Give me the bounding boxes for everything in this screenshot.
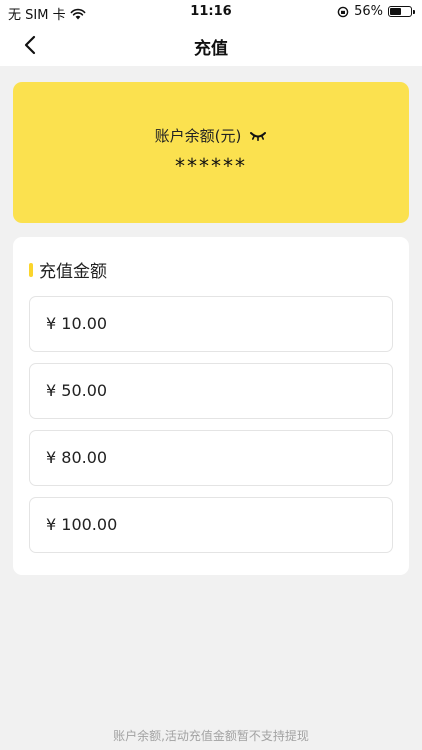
status-bar: 无 SIM 卡 11:16 56% — [0, 0, 422, 24]
section-accent-bar — [29, 262, 33, 277]
rotation-lock-icon — [337, 6, 349, 17]
balance-card: 账户余额(元) ****** — [13, 82, 409, 223]
status-right-group: 56% — [337, 4, 415, 19]
amount-option-50[interactable]: ¥ 50.00 — [29, 363, 393, 419]
balance-label-row: 账户余额(元) — [13, 125, 409, 146]
section-title: 充值金额 — [39, 262, 107, 282]
footer-note: 账户余额,活动充值金额暂不支持提现 — [113, 729, 309, 743]
battery-icon — [388, 6, 415, 17]
amount-option-80[interactable]: ¥ 80.00 — [29, 430, 393, 486]
nav-bar: 充值 — [0, 24, 422, 66]
balance-masked-value: ****** — [175, 154, 247, 178]
section-header: 充值金额 — [29, 257, 107, 282]
balance-label: 账户余额(元) — [154, 127, 242, 145]
amount-option-10[interactable]: ¥ 10.00 — [29, 296, 393, 352]
page-title: 充值 — [194, 39, 228, 59]
battery-percent: 56% — [354, 4, 383, 19]
eye-closed-icon[interactable] — [249, 130, 267, 142]
recharge-amount-card: 充值金额 ¥ 10.00 ¥ 50.00 ¥ 80.00 ¥ 100.00 — [13, 237, 409, 575]
amount-option-100[interactable]: ¥ 100.00 — [29, 497, 393, 553]
battery-fill — [390, 8, 402, 15]
